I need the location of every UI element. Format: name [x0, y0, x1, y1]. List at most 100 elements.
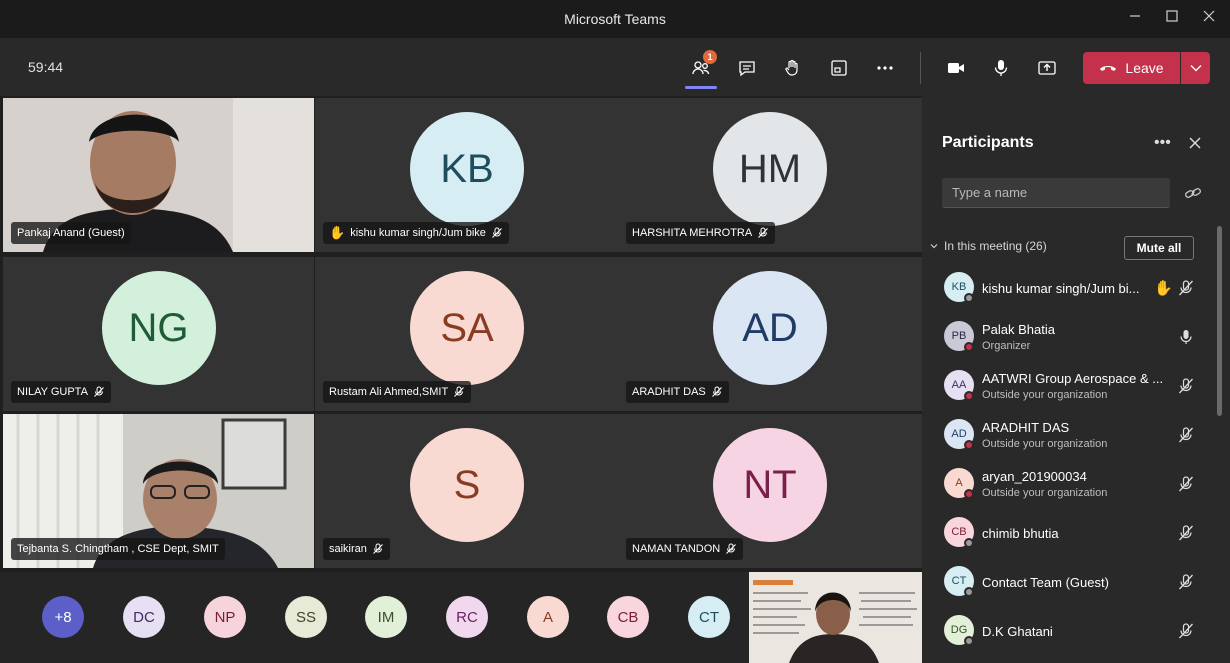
participant-row[interactable]: CB chimib bhutia [922, 509, 1218, 558]
section-label: In this meeting (26) [944, 239, 1047, 253]
in-meeting-section-header[interactable]: In this meeting (26) [930, 239, 1047, 253]
overflow-avatar-chip[interactable]: A [527, 596, 569, 638]
participant-name: ARADHIT DAS [632, 386, 706, 398]
mic-off-icon [711, 386, 722, 397]
share-screen-button[interactable] [1032, 54, 1062, 82]
close-panel-icon[interactable] [1186, 134, 1204, 152]
maximize-icon[interactable] [1161, 8, 1183, 30]
video-tile-tejbanta[interactable]: Tejbanta S. Chingtham , CSE Dept, SMIT [3, 414, 314, 568]
mic-off-icon[interactable] [1177, 573, 1195, 591]
title-bar: Microsoft Teams [0, 0, 1230, 38]
video-tile-s[interactable]: S saikiran [315, 414, 619, 568]
participant-name: kishu kumar singh/Jum bike [350, 227, 486, 239]
mic-off-icon[interactable] [1177, 426, 1195, 444]
share-icon [1038, 61, 1056, 75]
overflow-avatar-chip[interactable]: DC [123, 596, 165, 638]
participant-name-tag: Pankaj Anand (Guest) [11, 222, 131, 244]
overflow-more-chip[interactable]: +8 [42, 596, 84, 638]
chat-button[interactable] [732, 54, 762, 82]
overflow-avatar-chip[interactable]: NP [204, 596, 246, 638]
more-icon [877, 66, 893, 70]
presence-status-dot [964, 587, 974, 597]
self-view-video[interactable] [749, 572, 922, 663]
panel-scrollbar[interactable] [1217, 226, 1222, 416]
camera-button[interactable] [941, 54, 971, 82]
active-tab-indicator [685, 86, 717, 89]
mic-off-icon[interactable] [1177, 377, 1195, 395]
participant-row[interactable]: AD ARADHIT DAS Outside your organization [922, 411, 1218, 460]
overflow-avatar-chip[interactable]: CT [688, 596, 730, 638]
participant-row[interactable]: A aryan_201900034 Outside your organizat… [922, 460, 1218, 509]
video-tile-ad[interactable]: AD ARADHIT DAS [618, 257, 922, 411]
overflow-avatar-chip[interactable]: IM [365, 596, 407, 638]
share-invite-link-icon[interactable] [1184, 184, 1202, 202]
participants-button[interactable]: 1 [686, 50, 717, 82]
panel-more-options-icon[interactable]: ••• [1154, 134, 1171, 152]
participant-list: KB kishu kumar singh/Jum bi... ✋ PB Pala… [922, 264, 1218, 656]
participant-name-tag: ✋ kishu kumar singh/Jum bike [323, 222, 509, 244]
participant-name-tag: HARSHITA MEHROTRA [626, 222, 776, 244]
participant-row[interactable]: CT Contact Team (Guest) [922, 558, 1218, 607]
mic-on-icon[interactable] [1177, 328, 1195, 346]
close-window-icon[interactable] [1198, 8, 1220, 30]
participant-role: Organizer [982, 340, 1031, 352]
participant-name-tag: Tejbanta S. Chingtham , CSE Dept, SMIT [11, 538, 225, 560]
leave-options-button[interactable] [1181, 52, 1210, 84]
overflow-avatar-chip[interactable]: CB [607, 596, 649, 638]
video-tile-hm[interactable]: HM HARSHITA MEHROTRA [618, 98, 922, 252]
participant-name: aryan_201900034 [982, 469, 1087, 484]
mute-all-button[interactable]: Mute all [1124, 236, 1194, 260]
participant-avatar: SA [410, 271, 524, 385]
participant-name: D.K Ghatani [982, 624, 1053, 639]
participant-row[interactable]: DG D.K Ghatani [922, 607, 1218, 656]
participant-search-input[interactable] [942, 178, 1170, 208]
chevron-down-icon [930, 244, 938, 249]
presence-status-dot [964, 391, 974, 401]
participant-avatar: NG [101, 271, 216, 385]
raise-hand-button[interactable] [777, 54, 807, 82]
mic-off-icon[interactable] [1177, 475, 1195, 493]
video-tile-pankaj[interactable]: Pankaj Anand (Guest) [3, 98, 314, 252]
participant-name: HARSHITA MEHROTRA [632, 227, 753, 239]
raised-hand-icon: ✋ [1154, 280, 1173, 297]
leave-button[interactable]: Leave [1083, 52, 1180, 84]
mic-off-icon[interactable] [1177, 524, 1195, 542]
participant-row[interactable]: PB Palak Bhatia Organizer [922, 313, 1218, 362]
camera-icon [948, 63, 964, 73]
participant-name-tag: NILAY GUPTA [11, 381, 111, 403]
video-tile-sa[interactable]: SA Rustam Ali Ahmed,SMIT [315, 257, 619, 411]
meeting-timer: 59:44 [28, 59, 64, 75]
mic-off-icon [454, 386, 465, 397]
mic-off-icon[interactable] [1177, 622, 1195, 640]
chat-icon [739, 61, 755, 77]
participant-name-tag: NAMAN TANDON [626, 538, 744, 560]
rooms-icon [831, 60, 847, 76]
video-tile-kb[interactable]: KB ✋ kishu kumar singh/Jum bike [315, 98, 619, 252]
overflow-avatar-chip[interactable]: SS [285, 596, 327, 638]
participant-name: Contact Team (Guest) [982, 575, 1109, 590]
participant-name: Tejbanta S. Chingtham , CSE Dept, SMIT [17, 543, 219, 555]
participant-row[interactable]: AA AATWRI Group Aerospace & ... Outside … [922, 362, 1218, 411]
mic-off-icon[interactable] [1177, 279, 1195, 297]
more-actions-button[interactable] [870, 54, 900, 82]
overflow-avatar-chip[interactable]: RC [446, 596, 488, 638]
self-view-image [749, 572, 922, 663]
microphone-icon [994, 60, 1008, 76]
presence-status-dot [964, 538, 974, 548]
microphone-button[interactable] [986, 54, 1016, 82]
breakout-rooms-button[interactable] [824, 54, 854, 82]
presence-status-dot [964, 440, 974, 450]
minimize-icon[interactable] [1124, 8, 1146, 30]
mic-off-icon [373, 543, 383, 554]
video-tile-ng[interactable]: NG NILAY GUPTA [3, 257, 314, 411]
participant-org-note: Outside your organization [982, 487, 1108, 499]
presence-status-dot [964, 342, 974, 352]
video-tile-nt[interactable]: NT NAMAN TANDON [618, 414, 922, 568]
participant-name: Palak Bhatia [982, 322, 1055, 337]
participant-avatar: KB [410, 112, 524, 226]
hand-icon [785, 59, 798, 76]
participant-row[interactable]: KB kishu kumar singh/Jum bi... ✋ [922, 264, 1218, 313]
participants-badge: 1 [703, 50, 717, 64]
participant-name: NAMAN TANDON [632, 543, 721, 555]
participant-name-tag: saikiran [323, 538, 390, 560]
